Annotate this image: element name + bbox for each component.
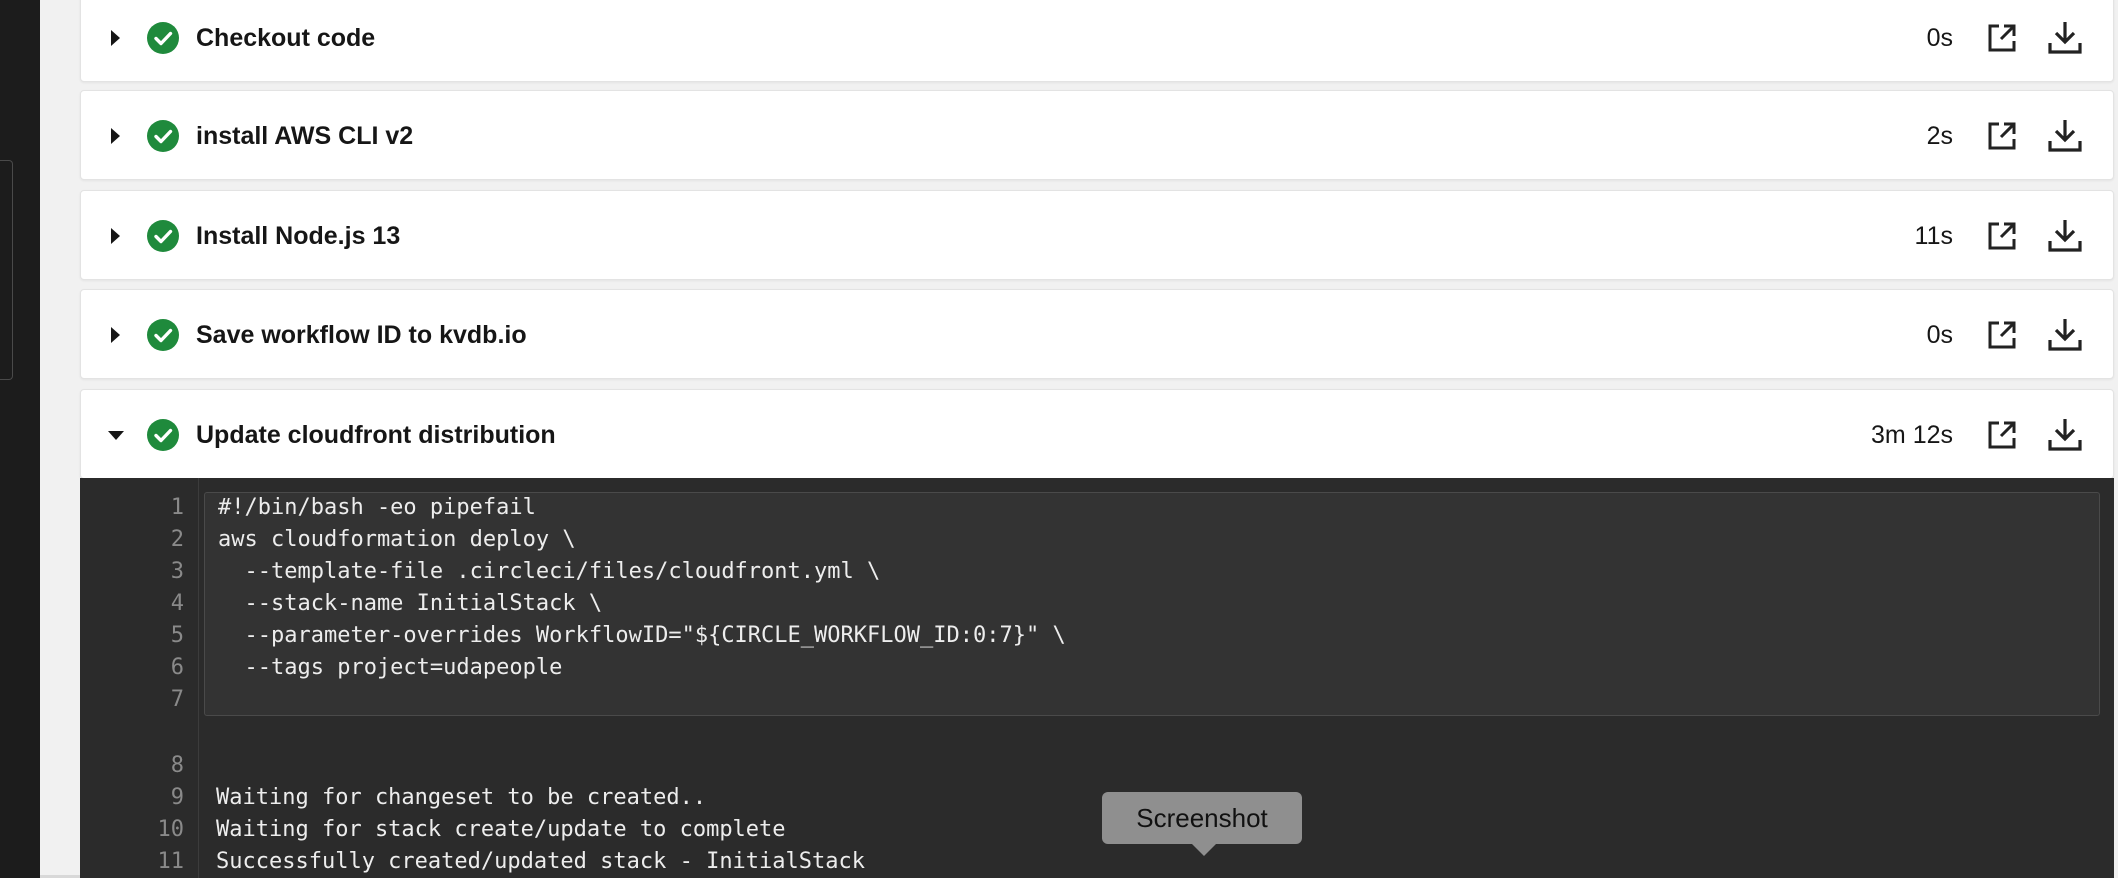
- open-external-icon[interactable]: [1985, 21, 2019, 55]
- line-number: 1: [170, 495, 184, 520]
- log-line: --stack-name InitialStack \: [218, 591, 603, 616]
- download-icon[interactable]: [2047, 416, 2083, 452]
- log-line: Waiting for changeset to be created..: [216, 785, 707, 810]
- open-external-icon[interactable]: [1985, 119, 2019, 153]
- check-circle-icon: [147, 120, 179, 152]
- log-line: --tags project=udapeople: [218, 655, 563, 680]
- download-icon[interactable]: [2047, 217, 2083, 253]
- line-number: 2: [170, 527, 184, 552]
- step-duration: 0s: [1926, 321, 1953, 349]
- download-icon[interactable]: [2047, 117, 2083, 153]
- line-number: 6: [170, 655, 184, 680]
- caret-right-icon[interactable]: [111, 128, 120, 144]
- step-duration: 2s: [1926, 122, 1953, 150]
- log-line: --parameter-overrides WorkflowID="${CIRC…: [218, 623, 1066, 648]
- line-number: 7: [170, 687, 184, 712]
- step-title: Save workflow ID to kvdb.io: [196, 321, 527, 349]
- step-install-nodejs[interactable]: Install Node.js 13 11s: [80, 190, 2114, 280]
- log-line: --template-file .circleci/files/cloudfro…: [218, 559, 881, 584]
- line-number: 5: [170, 623, 184, 648]
- open-external-icon[interactable]: [1985, 219, 2019, 253]
- log-line: Successfully created/updated stack - Ini…: [216, 849, 866, 874]
- step-update-cloudfront[interactable]: Update cloudfront distribution 3m 12s: [80, 389, 2114, 479]
- step-duration: 11s: [1914, 222, 1953, 250]
- caret-right-icon[interactable]: [111, 327, 120, 343]
- line-number: 8: [170, 753, 184, 778]
- left-sidebar: [0, 0, 40, 878]
- step-log-output[interactable]: 1 #!/bin/bash -eo pipefail 2 aws cloudfo…: [80, 478, 2114, 878]
- line-number: 9: [170, 785, 184, 810]
- line-number: 4: [170, 591, 184, 616]
- check-circle-icon: [147, 220, 179, 252]
- step-save-workflow-id[interactable]: Save workflow ID to kvdb.io 0s: [80, 289, 2114, 379]
- step-install-aws-cli[interactable]: install AWS CLI v2 2s: [80, 90, 2114, 180]
- line-number: 10: [157, 817, 185, 842]
- open-external-icon[interactable]: [1985, 418, 2019, 452]
- download-icon[interactable]: [2047, 316, 2083, 352]
- step-title: Update cloudfront distribution: [196, 421, 556, 449]
- log-line: aws cloudformation deploy \: [218, 527, 576, 552]
- line-number: 11: [157, 849, 185, 874]
- caret-right-icon[interactable]: [111, 228, 120, 244]
- line-number: 3: [170, 559, 184, 584]
- step-duration: 3m 12s: [1871, 421, 1953, 449]
- log-line: Waiting for stack create/update to compl…: [216, 817, 786, 842]
- open-external-icon[interactable]: [1985, 318, 2019, 352]
- screenshot-tooltip: Screenshot: [1102, 792, 1302, 856]
- step-title: install AWS CLI v2: [196, 122, 414, 150]
- check-circle-icon: [147, 22, 179, 54]
- log-line: #!/bin/bash -eo pipefail: [218, 495, 536, 520]
- step-checkout-code[interactable]: Checkout code 0s: [80, 0, 2114, 82]
- check-circle-icon: [147, 419, 179, 451]
- download-icon[interactable]: [2047, 19, 2083, 55]
- gutter-divider: [198, 478, 199, 878]
- sidebar-panel-edge: [0, 160, 13, 380]
- caret-down-icon[interactable]: [108, 431, 124, 440]
- step-duration: 0s: [1926, 24, 1953, 52]
- step-title: Install Node.js 13: [196, 222, 401, 250]
- check-circle-icon: [147, 319, 179, 351]
- step-title: Checkout code: [196, 24, 376, 52]
- caret-right-icon[interactable]: [111, 30, 120, 46]
